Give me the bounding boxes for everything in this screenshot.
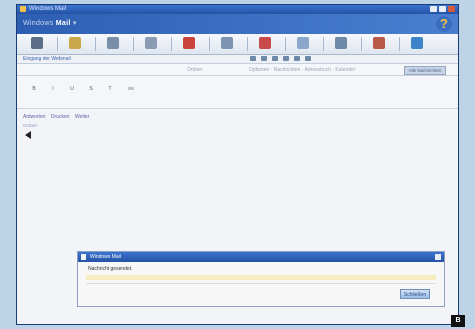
network-icon[interactable]: [411, 37, 423, 49]
back-icon[interactable]: [250, 56, 256, 61]
folder-label: Ordner: [23, 123, 38, 128]
dialog-message: Nachricht gesendet.: [88, 266, 133, 272]
help-icon[interactable]: ?: [436, 16, 452, 32]
brand-prefix: Windows: [23, 20, 56, 27]
format-button-3[interactable]: S: [86, 85, 96, 94]
refresh-icon[interactable]: [272, 56, 278, 61]
toolbar-separator: [171, 37, 172, 51]
message-body: Antworten Drucken Weiter Ordner Windows …: [17, 109, 458, 324]
message-links: Antworten Drucken Weiter: [23, 114, 93, 120]
brand-name: Mail: [55, 20, 71, 27]
options-item-links[interactable]: Optionen · Nachrichten · Adressbuch · Ka…: [249, 67, 355, 73]
dialog-icon: [81, 254, 86, 260]
toolbar-separator: [399, 37, 400, 51]
folder-icon[interactable]: [107, 37, 119, 49]
dialog-divider: [86, 283, 436, 284]
brand-dropdown: ▾: [70, 20, 77, 27]
app-icon: [20, 6, 26, 12]
toolbar-separator: [247, 37, 248, 51]
minimize-icon[interactable]: [430, 6, 437, 12]
search-icon[interactable]: [283, 56, 289, 61]
dialog-ok-button[interactable]: Schließen: [400, 289, 430, 299]
options-bar: Ordner Optionen · Nachrichten · Adressbu…: [17, 64, 458, 76]
window-title: Windows Mail: [29, 6, 67, 12]
format-button-4[interactable]: T: [105, 85, 115, 94]
forward-icon[interactable]: [261, 56, 267, 61]
toolbar-separator: [57, 37, 58, 51]
format-button-1[interactable]: I: [48, 85, 58, 94]
toolbar-separator: [323, 37, 324, 51]
dialog-titlebar: Windows Mail: [78, 252, 444, 262]
brand-bar: Windows Mail ▾ ?: [17, 14, 458, 34]
print-link[interactable]: Drucken: [51, 114, 70, 120]
toolbar-separator: [285, 37, 286, 51]
toolbar-separator: [95, 37, 96, 51]
monitor-icon[interactable]: [145, 37, 157, 49]
reply-link[interactable]: Antworten: [23, 114, 46, 120]
dialog-title: Windows Mail: [90, 254, 121, 260]
maximize-icon[interactable]: [439, 6, 446, 12]
back-arrow-icon[interactable]: [25, 131, 31, 139]
figure-badge: B: [451, 315, 465, 327]
toolbar-separator: [209, 37, 210, 51]
address-bar: Eingang der Webmail: [17, 55, 458, 64]
format-toolbar: B I U S T ≡≡: [17, 76, 458, 109]
print-icon[interactable]: [294, 56, 300, 61]
format-button-2[interactable]: U: [67, 85, 77, 94]
toolbar-separator: [361, 37, 362, 51]
close-icon[interactable]: [448, 6, 455, 12]
all-messages-button[interactable]: Alle Nachrichten: [404, 66, 446, 75]
euro-icon[interactable]: [259, 37, 271, 49]
dialog-close-icon[interactable]: [435, 254, 441, 260]
toolbar-separator: [133, 37, 134, 51]
bookmark-icon[interactable]: [373, 37, 385, 49]
title-bar: Windows Mail: [17, 5, 458, 14]
globe-icon[interactable]: [31, 37, 43, 49]
red-tool-icon[interactable]: [183, 37, 195, 49]
gear-icon[interactable]: [297, 37, 309, 49]
notification-dialog: Windows Mail Nachricht gesendet. Schließ…: [77, 251, 445, 307]
document-icon[interactable]: [69, 37, 81, 49]
filter-icon[interactable]: [305, 56, 311, 61]
app-window: Windows Mail Windows Mail ▾ ? Eingang de…: [16, 4, 459, 325]
address-tools: [250, 56, 316, 63]
main-toolbar: [17, 34, 458, 55]
format-button-5[interactable]: ≡≡: [124, 85, 138, 94]
next-link[interactable]: Weiter: [75, 114, 89, 120]
options-item-folder[interactable]: Ordner: [187, 67, 203, 73]
address-text: Eingang der Webmail: [23, 56, 71, 62]
dialog-highlight-strip: [86, 275, 436, 280]
chart-icon[interactable]: [335, 37, 347, 49]
app-brand[interactable]: Windows Mail ▾: [23, 19, 77, 27]
window-controls: [428, 6, 455, 14]
format-button-0[interactable]: B: [29, 85, 39, 94]
compose-icon[interactable]: [221, 37, 233, 49]
